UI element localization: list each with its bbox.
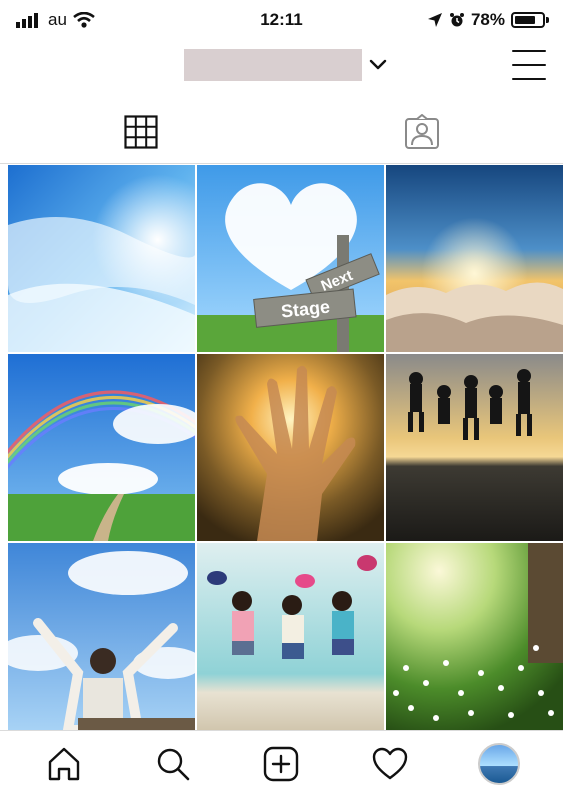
hamburger-menu-icon[interactable] bbox=[512, 50, 546, 80]
tab-activity[interactable] bbox=[362, 736, 418, 792]
carrier-label: au bbox=[48, 10, 67, 29]
view-tabs bbox=[0, 100, 563, 164]
battery-level bbox=[515, 16, 536, 24]
post-thumbnail-sunset-clouds[interactable] bbox=[386, 165, 563, 352]
post-thumbnail-hand-sun[interactable] bbox=[197, 354, 384, 541]
chevron-down-icon[interactable] bbox=[368, 54, 388, 74]
status-right: 78% bbox=[427, 10, 549, 30]
tagged-person-icon bbox=[405, 113, 440, 149]
alarm-icon bbox=[449, 13, 464, 27]
tab-grid[interactable] bbox=[0, 100, 282, 163]
post-thumbnail-girls-jump[interactable] bbox=[197, 543, 384, 730]
search-icon bbox=[157, 748, 190, 780]
bottom-tab-bar bbox=[0, 730, 563, 796]
post-thumbnail-flowers[interactable] bbox=[386, 543, 563, 730]
location-arrow-icon bbox=[427, 13, 442, 27]
add-post-icon bbox=[264, 746, 299, 781]
post-thumbnail-heart-cloud[interactable]: Next Stage bbox=[197, 165, 384, 352]
profile-header bbox=[0, 40, 563, 96]
tab-new-post[interactable] bbox=[253, 736, 309, 792]
tab-search[interactable] bbox=[145, 736, 201, 792]
battery-percent: 78% bbox=[470, 10, 505, 29]
tab-tagged[interactable] bbox=[282, 100, 563, 163]
wifi-icon bbox=[73, 12, 95, 28]
grid-icon bbox=[124, 114, 158, 149]
battery-icon bbox=[511, 12, 549, 28]
heart-icon bbox=[372, 747, 408, 779]
status-bar: au 12:11 78% bbox=[0, 0, 563, 40]
signal-icon bbox=[16, 13, 38, 28]
post-thumbnail-arms-raised[interactable] bbox=[8, 543, 195, 730]
home-icon bbox=[49, 747, 80, 780]
photo-grid: Next Stage bbox=[8, 165, 563, 730]
tab-profile[interactable] bbox=[471, 736, 527, 792]
post-thumbnail-beach-jump[interactable] bbox=[386, 354, 563, 541]
post-thumbnail-rainbow[interactable] bbox=[8, 354, 195, 541]
username-redacted[interactable] bbox=[184, 49, 362, 81]
tab-home[interactable] bbox=[36, 736, 92, 792]
profile-avatar bbox=[477, 742, 520, 785]
status-left: au bbox=[16, 10, 95, 30]
post-thumbnail-sky[interactable] bbox=[8, 165, 195, 352]
